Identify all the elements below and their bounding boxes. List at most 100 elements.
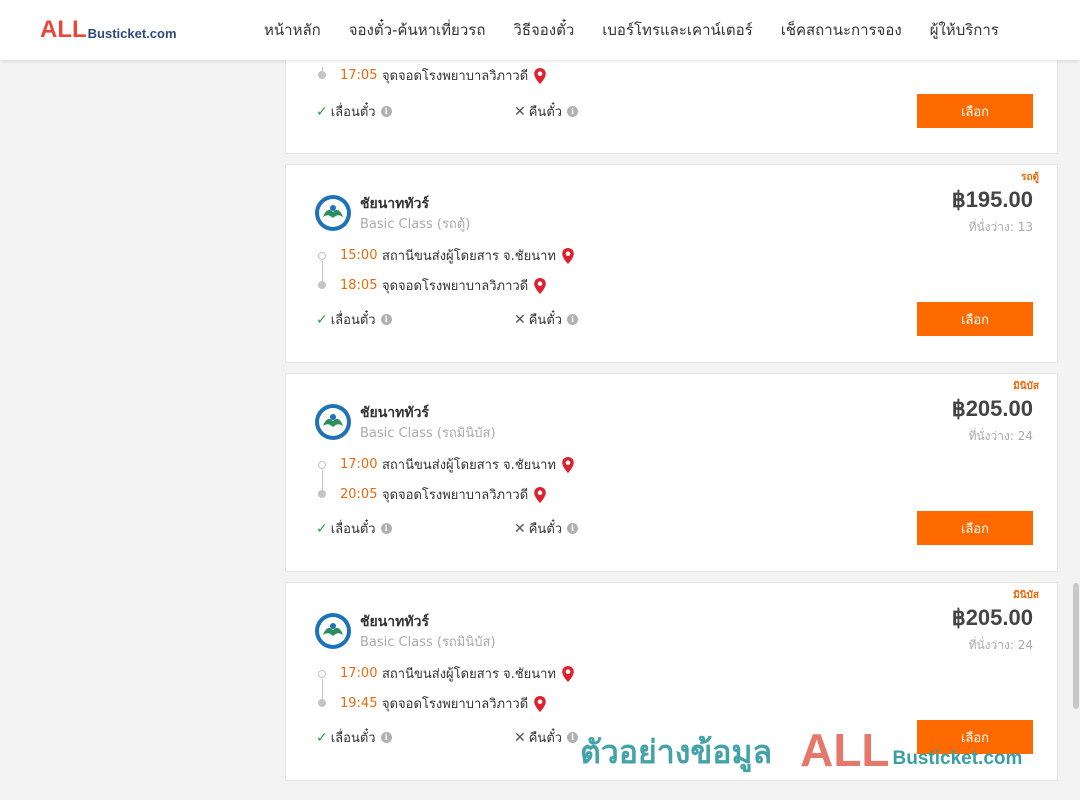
operator-logo-icon — [315, 195, 351, 231]
departure-place: สถานีขนส่งผู้โดยสาร จ.ชัยนาท — [382, 249, 557, 264]
departure-time: 17:00 — [340, 666, 378, 681]
refund-label: คืนตั๋ว — [528, 731, 563, 746]
site-logo[interactable]: ALL Busticket.com — [40, 16, 177, 43]
nav-book-search[interactable]: จองตั๋ว-ค้นหาเที่ยวรถ — [349, 18, 486, 42]
arrival-stop: 17:05 จุดจอดโรงพยาบาลวิภาวดี — [340, 65, 547, 86]
trip-card: มินิบัส ชัยนาททัวร์ Basic Class (รถมินิบ… — [285, 373, 1058, 572]
arrival-place: จุดจอดโรงพยาบาลวิภาวดี — [382, 488, 529, 503]
bus-class: Basic Class (รถตู้) — [360, 217, 471, 232]
timeline-line — [321, 679, 323, 700]
reschedule-policy: ✓ เลื่อนตั๋ว i — [316, 727, 392, 748]
info-icon[interactable]: i — [567, 523, 579, 534]
departure-place: สถานีขนส่งผู้โดยสาร จ.ชัยนาท — [382, 667, 557, 682]
select-trip-button[interactable]: เลือก — [917, 302, 1033, 336]
logo-all-text: ALL — [40, 16, 87, 43]
reschedule-policy: ✓ เลื่อนตั๋ว i — [316, 518, 392, 539]
info-icon[interactable]: i — [567, 732, 579, 743]
vehicle-type-badge: รถตู้ — [1021, 172, 1039, 183]
arrival-dot — [318, 281, 326, 289]
scrollbar-thumb[interactable] — [1073, 583, 1079, 709]
info-icon[interactable]: i — [380, 106, 392, 117]
info-icon[interactable]: i — [567, 106, 579, 117]
arrival-time: 19:45 — [340, 696, 378, 711]
info-icon[interactable]: i — [380, 732, 392, 743]
departure-dot — [318, 461, 326, 469]
arrival-place: จุดจอดโรงพยาบาลวิภาวดี — [382, 697, 529, 712]
operator-logo-icon — [315, 404, 351, 440]
departure-dot — [318, 670, 326, 678]
timeline-line — [321, 261, 323, 282]
departure-place: สถานีขนส่งผู้โดยสาร จ.ชัยนาท — [382, 458, 557, 473]
map-pin-icon[interactable] — [533, 695, 547, 713]
timeline-line — [321, 470, 323, 491]
reschedule-policy: ✓ เลื่อนตั๋ว i — [316, 309, 392, 330]
refund-label: คืนตั๋ว — [528, 522, 563, 537]
info-icon[interactable]: i — [380, 523, 392, 534]
nav-booking-status[interactable]: เช็คสถานะการจอง — [781, 18, 902, 42]
trip-price: ฿195.00 — [951, 187, 1033, 212]
map-pin-icon[interactable] — [533, 67, 547, 85]
arrival-place: จุดจอดโรงพยาบาลวิภาวดี — [382, 279, 529, 294]
refund-policy: ✕ คืนตั๋ว i — [514, 727, 579, 748]
available-seats: ที่นั่งว่าง: 24 — [968, 429, 1033, 443]
main-nav: หน้าหลัก จองตั๋ว-ค้นหาเที่ยวรถ วิธีจองตั… — [250, 0, 1013, 60]
nav-home[interactable]: หน้าหลัก — [264, 18, 321, 42]
map-pin-icon[interactable] — [561, 456, 575, 474]
reschedule-label: เลื่อนตั๋ว — [330, 313, 376, 328]
operator-name: ชัยนาททัวร์ — [360, 196, 429, 212]
trip-price: ฿205.00 — [951, 396, 1033, 421]
available-seats: ที่นั่งว่าง: 24 — [968, 638, 1033, 652]
vehicle-type-badge: มินิบัส — [1013, 590, 1039, 601]
departure-stop: 15:00 สถานีขนส่งผู้โดยสาร จ.ชัยนาท — [340, 245, 575, 266]
arrival-place: จุดจอดโรงพยาบาลวิภาวดี — [382, 69, 529, 84]
select-trip-button[interactable]: เลือก — [917, 511, 1033, 545]
arrival-stop: 19:45 จุดจอดโรงพยาบาลวิภาวดี — [340, 693, 547, 714]
check-icon: ✓ — [316, 729, 328, 746]
arrival-time: 18:05 — [340, 278, 378, 293]
check-icon: ✓ — [316, 520, 328, 537]
arrival-time: 20:05 — [340, 487, 378, 502]
check-icon: ✓ — [316, 103, 328, 120]
cross-icon: ✕ — [514, 729, 526, 746]
arrival-stop: 20:05 จุดจอดโรงพยาบาลวิภาวดี — [340, 484, 547, 505]
top-navbar: ALL Busticket.com หน้าหลัก จองตั๋ว-ค้นหา… — [0, 0, 1080, 60]
map-pin-icon[interactable] — [533, 486, 547, 504]
nav-contact-counter[interactable]: เบอร์โทรและเคาน์เตอร์ — [602, 18, 752, 42]
arrival-dot — [318, 71, 326, 79]
arrival-dot — [318, 490, 326, 498]
bus-class: Basic Class (รถมินิบัส) — [360, 426, 496, 441]
nav-operators[interactable]: ผู้ให้บริการ — [930, 18, 999, 42]
map-pin-icon[interactable] — [533, 277, 547, 295]
trip-card: รถตู้ ชัยนาททัวร์ Basic Class (รถตู้) ฿1… — [285, 164, 1058, 363]
arrival-dot — [318, 699, 326, 707]
reschedule-label: เลื่อนตั๋ว — [330, 731, 376, 746]
available-seats: ที่นั่งว่าง: 13 — [968, 220, 1033, 234]
operator-name: ชัยนาททัวร์ — [360, 614, 429, 630]
refund-policy: ✕ คืนตั๋ว i — [514, 518, 579, 539]
refund-label: คืนตั๋ว — [528, 105, 563, 120]
refund-policy: ✕ คืนตั๋ว i — [514, 101, 579, 122]
map-pin-icon[interactable] — [561, 247, 575, 265]
departure-stop: 17:00 สถานีขนส่งผู้โดยสาร จ.ชัยนาท — [340, 454, 575, 475]
cross-icon: ✕ — [514, 520, 526, 537]
arrival-stop: 18:05 จุดจอดโรงพยาบาลวิภาวดี — [340, 275, 547, 296]
logo-busticket-text: Busticket.com — [87, 26, 177, 41]
operator-logo-icon — [315, 613, 351, 649]
departure-time: 17:00 — [340, 457, 378, 472]
reschedule-policy: ✓ เลื่อนตั๋ว i — [316, 101, 392, 122]
select-trip-button[interactable]: เลือก — [917, 94, 1033, 128]
check-icon: ✓ — [316, 311, 328, 328]
info-icon[interactable]: i — [380, 314, 392, 325]
info-icon[interactable]: i — [567, 314, 579, 325]
select-trip-button[interactable]: เลือก — [917, 720, 1033, 754]
arrival-time: 17:05 — [340, 68, 378, 83]
cross-icon: ✕ — [514, 103, 526, 120]
map-pin-icon[interactable] — [561, 665, 575, 683]
departure-dot — [318, 252, 326, 260]
refund-policy: ✕ คืนตั๋ว i — [514, 309, 579, 330]
trip-price: ฿205.00 — [951, 605, 1033, 630]
reschedule-label: เลื่อนตั๋ว — [330, 105, 376, 120]
departure-time: 15:00 — [340, 248, 378, 263]
nav-how-to-book[interactable]: วิธีจองตั๋ว — [513, 18, 574, 42]
departure-stop: 17:00 สถานีขนส่งผู้โดยสาร จ.ชัยนาท — [340, 663, 575, 684]
